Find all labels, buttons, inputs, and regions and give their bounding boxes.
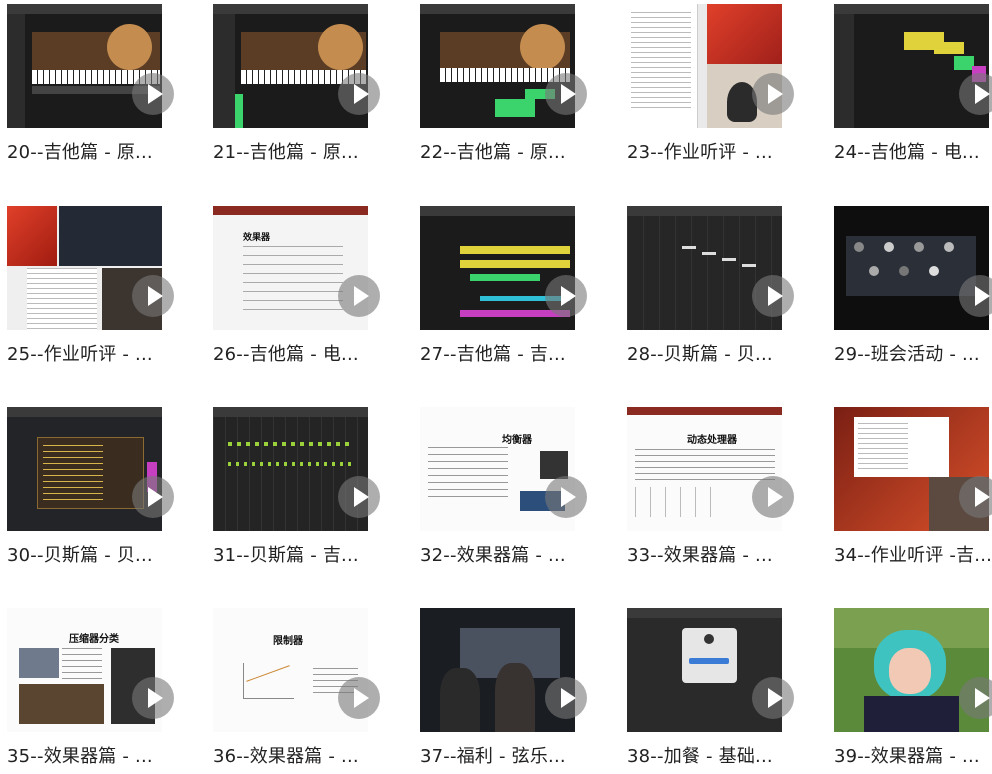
play-icon <box>338 275 380 317</box>
video-title[interactable]: 31--贝斯篇 - 吉... <box>213 541 385 567</box>
video-title[interactable]: 26--吉他篇 - 电... <box>213 340 385 366</box>
play-icon <box>545 476 587 518</box>
video-card-28[interactable]: 28--贝斯篇 - 贝... <box>620 202 800 372</box>
video-card-27[interactable]: 27--吉他篇 - 吉... <box>413 202 593 372</box>
play-icon <box>545 73 587 115</box>
video-card-37[interactable]: 37--福利 - 弦乐... <box>413 604 593 774</box>
video-title[interactable]: 28--贝斯篇 - 贝... <box>627 340 799 366</box>
video-card-29[interactable]: 29--班会活动 - ... <box>827 202 992 372</box>
video-card-23[interactable]: 23--作业听评 - ... <box>620 0 800 170</box>
play-icon <box>752 73 794 115</box>
video-card-36[interactable]: 限制器 36--效果器篇 - ... <box>206 604 386 774</box>
play-icon <box>752 275 794 317</box>
video-title[interactable]: 37--福利 - 弦乐... <box>420 742 592 768</box>
video-title[interactable]: 20--吉他篇 - 原... <box>7 138 179 164</box>
play-icon <box>132 476 174 518</box>
video-card-26[interactable]: 效果器 26--吉他篇 - 电... <box>206 202 386 372</box>
video-title[interactable]: 27--吉他篇 - 吉... <box>420 340 592 366</box>
play-icon <box>545 677 587 719</box>
video-title[interactable]: 29--班会活动 - ... <box>834 340 992 366</box>
video-title[interactable]: 38--加餐 - 基础... <box>627 742 799 768</box>
video-card-21[interactable]: 21--吉他篇 - 原... <box>206 0 386 170</box>
video-card-38[interactable]: 38--加餐 - 基础... <box>620 604 800 774</box>
slide-title: 限制器 <box>273 636 303 647</box>
video-title[interactable]: 22--吉他篇 - 原... <box>420 138 592 164</box>
video-title[interactable]: 36--效果器篇 - ... <box>213 742 385 768</box>
play-icon <box>338 476 380 518</box>
video-card-33[interactable]: 动态处理器 33--效果器篇 - ... <box>620 403 800 573</box>
play-icon <box>545 275 587 317</box>
video-card-30[interactable]: 30--贝斯篇 - 贝... <box>0 403 180 573</box>
video-card-35[interactable]: 压缩器分类 35--效果器篇 - ... <box>0 604 180 774</box>
video-card-24[interactable]: 24--吉他篇 - 电... <box>827 0 992 170</box>
play-icon <box>338 677 380 719</box>
slide-title: 均衡器 <box>502 435 532 446</box>
video-card-25[interactable]: 25--作业听评 - ... <box>0 202 180 372</box>
video-title[interactable]: 39--效果器篇 - ... <box>834 742 992 768</box>
video-card-20[interactable]: 20--吉他篇 - 原... <box>0 0 180 170</box>
slide-title: 压缩器分类 <box>69 634 119 645</box>
video-title[interactable]: 23--作业听评 - ... <box>627 138 799 164</box>
slide-title: 动态处理器 <box>687 435 737 446</box>
slide-title: 效果器 <box>243 233 271 243</box>
video-title[interactable]: 33--效果器篇 - ... <box>627 541 799 567</box>
video-card-32[interactable]: 均衡器 32--效果器篇 - ... <box>413 403 593 573</box>
video-title[interactable]: 32--效果器篇 - ... <box>420 541 592 567</box>
video-title[interactable]: 24--吉他篇 - 电... <box>834 138 992 164</box>
play-icon <box>752 677 794 719</box>
play-icon <box>132 677 174 719</box>
video-title[interactable]: 21--吉他篇 - 原... <box>213 138 385 164</box>
video-title[interactable]: 34--作业听评 -吉... <box>834 541 992 567</box>
play-icon <box>752 476 794 518</box>
video-card-34[interactable]: 34--作业听评 -吉... <box>827 403 992 573</box>
video-title[interactable]: 35--效果器篇 - ... <box>7 742 179 768</box>
video-grid: 20--吉他篇 - 原... 21--吉他篇 - 原... 22--吉他篇 - … <box>0 0 992 774</box>
play-icon <box>132 73 174 115</box>
video-card-22[interactable]: 22--吉他篇 - 原... <box>413 0 593 170</box>
video-title[interactable]: 30--贝斯篇 - 贝... <box>7 541 179 567</box>
play-icon <box>338 73 380 115</box>
video-card-39[interactable]: 39--效果器篇 - ... <box>827 604 992 774</box>
play-icon <box>132 275 174 317</box>
video-title[interactable]: 25--作业听评 - ... <box>7 340 179 366</box>
video-card-31[interactable]: 31--贝斯篇 - 吉... <box>206 403 386 573</box>
